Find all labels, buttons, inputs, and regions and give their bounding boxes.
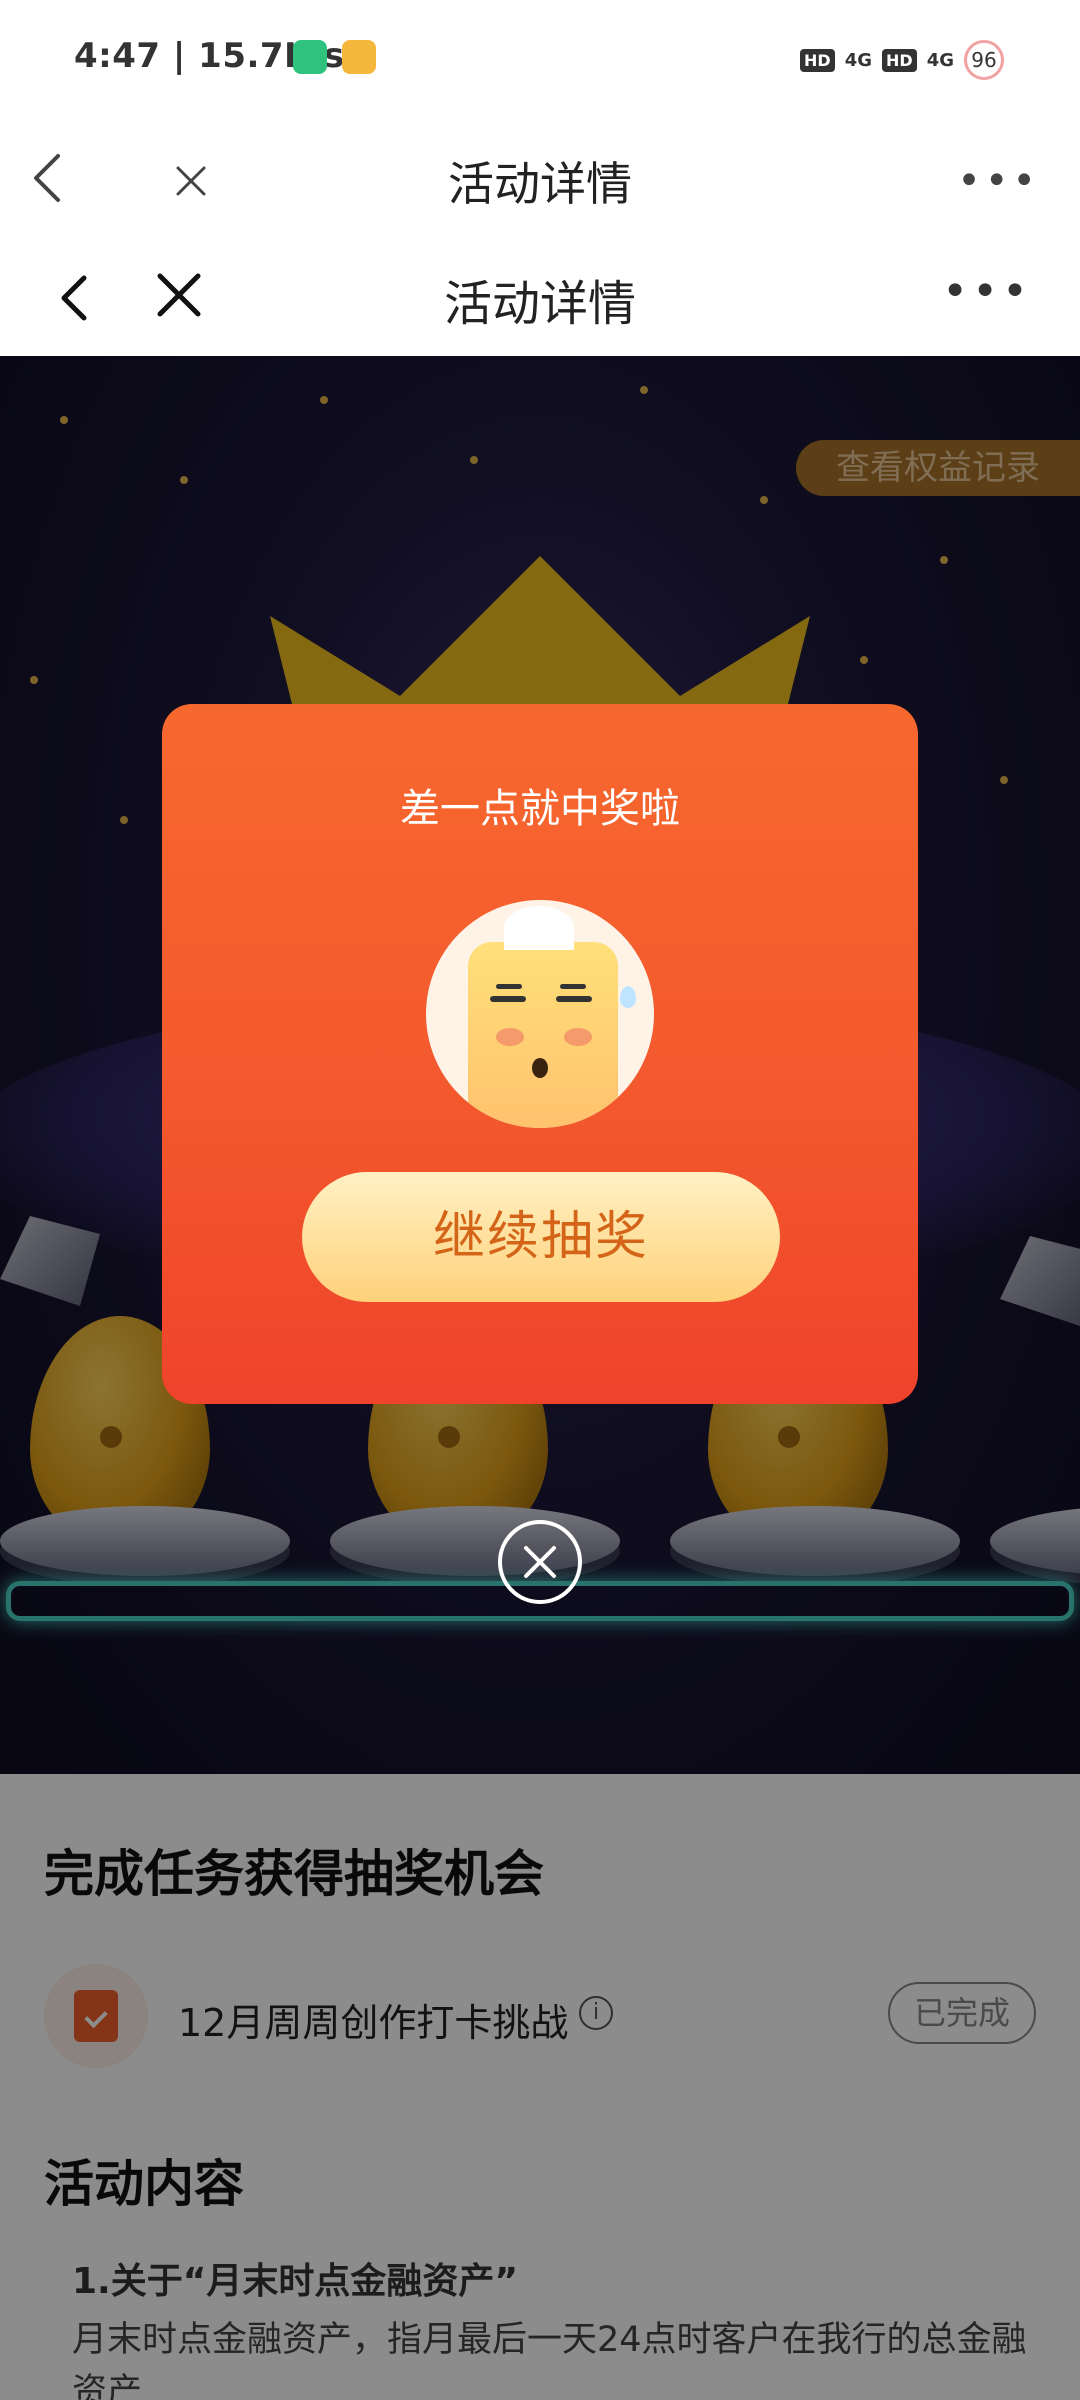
close-icon: [524, 1546, 556, 1578]
page-title: 活动详情: [448, 157, 632, 211]
status-indicators: HD 4G HD 4G 96: [800, 40, 1004, 80]
inner-page-title: 活动详情: [443, 276, 636, 332]
inner-navigation-bar: 活动详情 •••: [0, 240, 1080, 356]
signal-icon: 4G: [844, 49, 873, 71]
status-bar: 4:47 | 15.7K/s HD 4G HD 4G 96: [0, 0, 1080, 118]
signal-icon-2: 4G: [926, 49, 954, 71]
shield-app-icon: [293, 40, 327, 74]
modal-close-button[interactable]: [498, 1520, 582, 1604]
notes-app-icon: [342, 40, 376, 74]
inner-more-options-button[interactable]: •••: [942, 266, 1032, 317]
sad-mascot-icon: [426, 900, 654, 1128]
hd-icon-2: HD: [882, 48, 917, 72]
modal-title: 差一点就中奖啦: [400, 786, 680, 832]
battery-indicator: 96: [964, 40, 1004, 80]
lottery-result-modal: 差一点就中奖啦 继续抽奖: [162, 704, 918, 1404]
more-options-button[interactable]: •••: [957, 158, 1040, 204]
continue-draw-button[interactable]: 继续抽奖: [302, 1172, 780, 1302]
hd-icon: HD: [800, 48, 835, 72]
outer-navigation-bar: 活动详情 •••: [0, 118, 1080, 240]
